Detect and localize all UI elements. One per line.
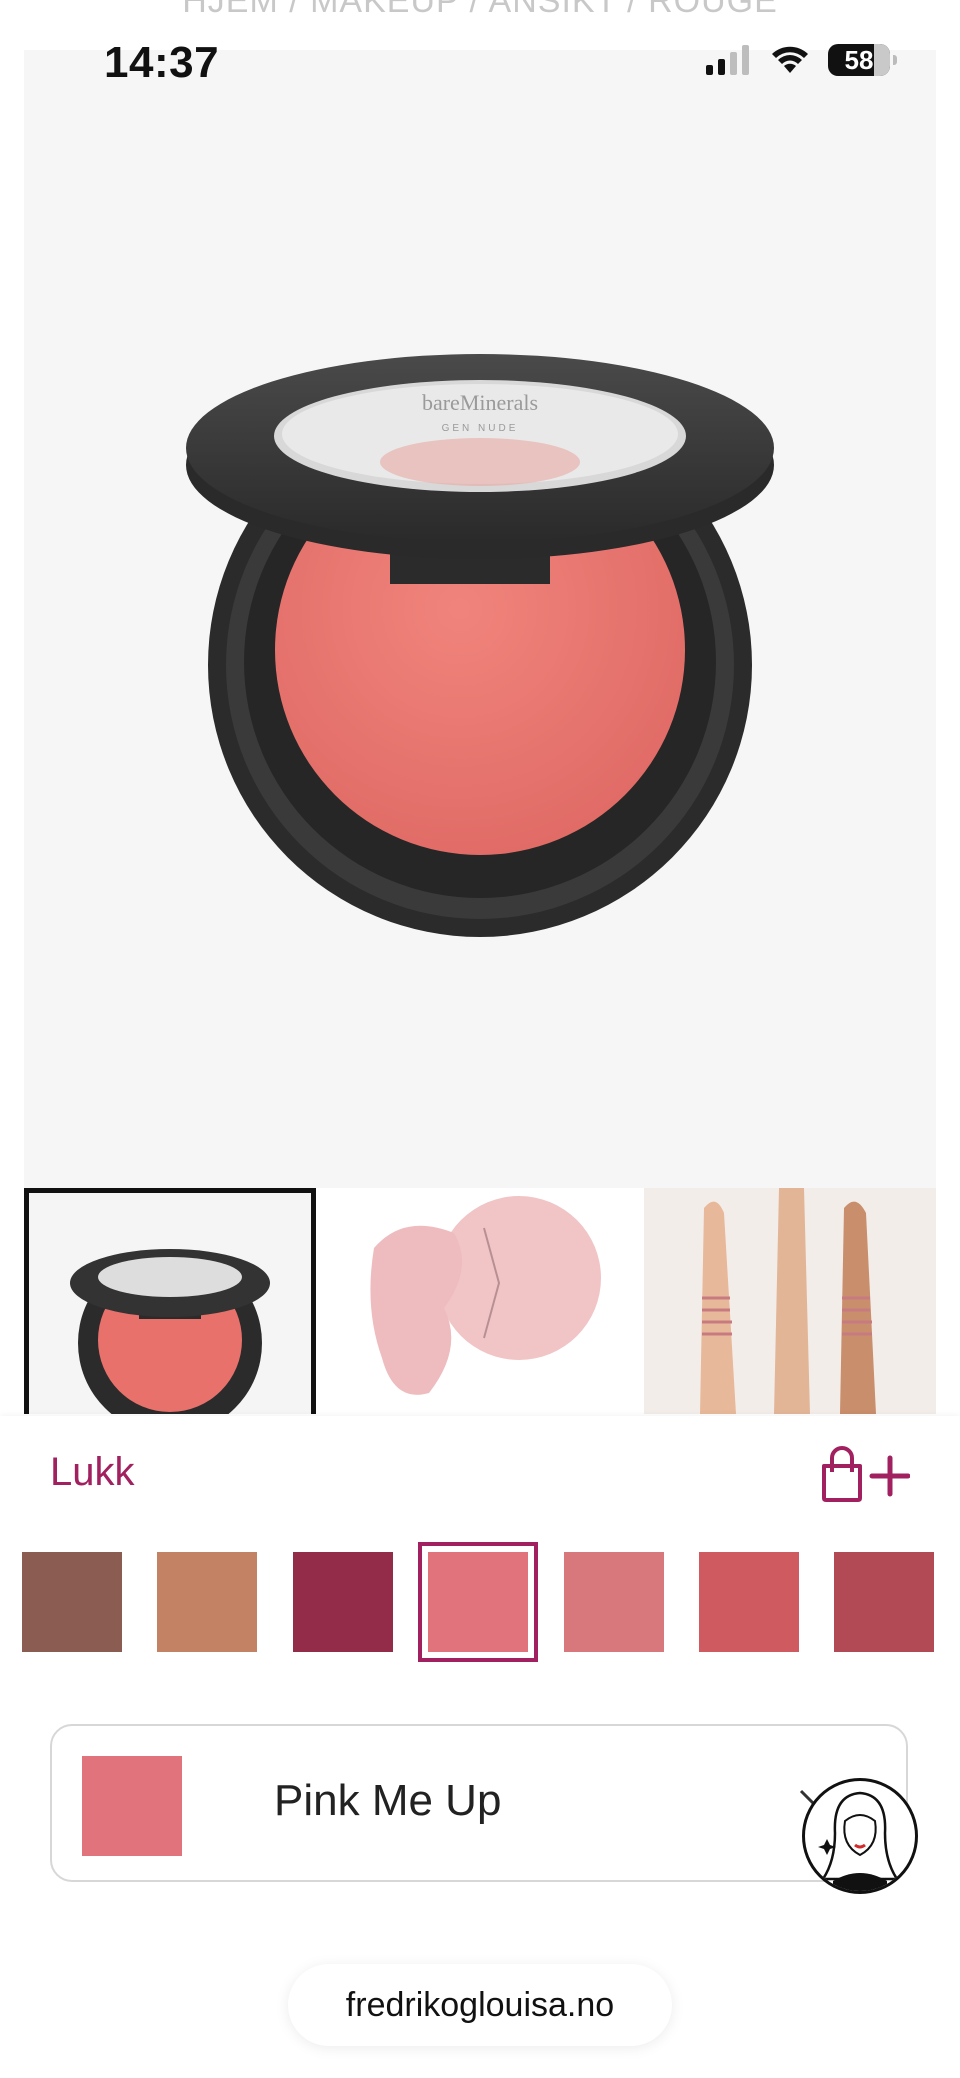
- breadcrumb[interactable]: HJEM / MAKEUP / ANSIKT / ROUGE: [0, 0, 960, 21]
- shade-swatch[interactable]: [22, 1552, 122, 1652]
- shade-dropdown[interactable]: Pink Me Up: [50, 1724, 908, 1882]
- thumbnail-strip: [24, 1188, 936, 1416]
- close-button[interactable]: Lukk: [50, 1450, 135, 1495]
- add-to-bag-button[interactable]: [814, 1444, 911, 1504]
- line-print: GEN NUDE: [442, 423, 519, 434]
- advisor-face-icon: [818, 1791, 900, 1891]
- shade-swatch[interactable]: [834, 1552, 934, 1652]
- selected-swatch-fill: [428, 1552, 528, 1652]
- powder-texture-image: [334, 1188, 626, 1414]
- compact-thumb-image: [70, 1249, 270, 1414]
- shade-swatch[interactable]: [293, 1552, 393, 1652]
- shade-swatch[interactable]: [157, 1552, 257, 1652]
- shade-swatch[interactable]: [564, 1552, 664, 1652]
- blush-compact-illustration: bareMinerals GEN NUDE: [186, 354, 774, 937]
- product-image: bareMinerals GEN NUDE: [24, 50, 936, 1188]
- selected-shade-name: Pink Me Up: [274, 1776, 502, 1825]
- shade-swatch-selected[interactable]: [418, 1542, 538, 1662]
- thumbnail-arm-swatches[interactable]: [644, 1188, 936, 1414]
- battery-icon: 58: [828, 44, 897, 76]
- arm-swatches-image: [644, 1188, 936, 1414]
- status-time: 14:37: [104, 38, 220, 87]
- beauty-advisor-avatar-button[interactable]: [802, 1778, 918, 1894]
- thumbnail-compact[interactable]: [24, 1188, 316, 1414]
- shade-swatch-row: [0, 1542, 960, 1666]
- shade-swatch[interactable]: [699, 1552, 799, 1652]
- brand-print: bareMinerals: [422, 390, 538, 415]
- bag-plus-icon: [822, 1446, 911, 1502]
- status-icons: 58: [706, 44, 897, 76]
- cellular-signal-icon: [706, 45, 749, 75]
- battery-level: 58: [844, 44, 874, 75]
- wifi-icon: [772, 46, 808, 73]
- browser-url-bar[interactable]: fredrikoglouisa.no: [288, 1964, 672, 2046]
- selected-shade-chip: [82, 1756, 182, 1856]
- thumbnail-texture[interactable]: [334, 1188, 626, 1414]
